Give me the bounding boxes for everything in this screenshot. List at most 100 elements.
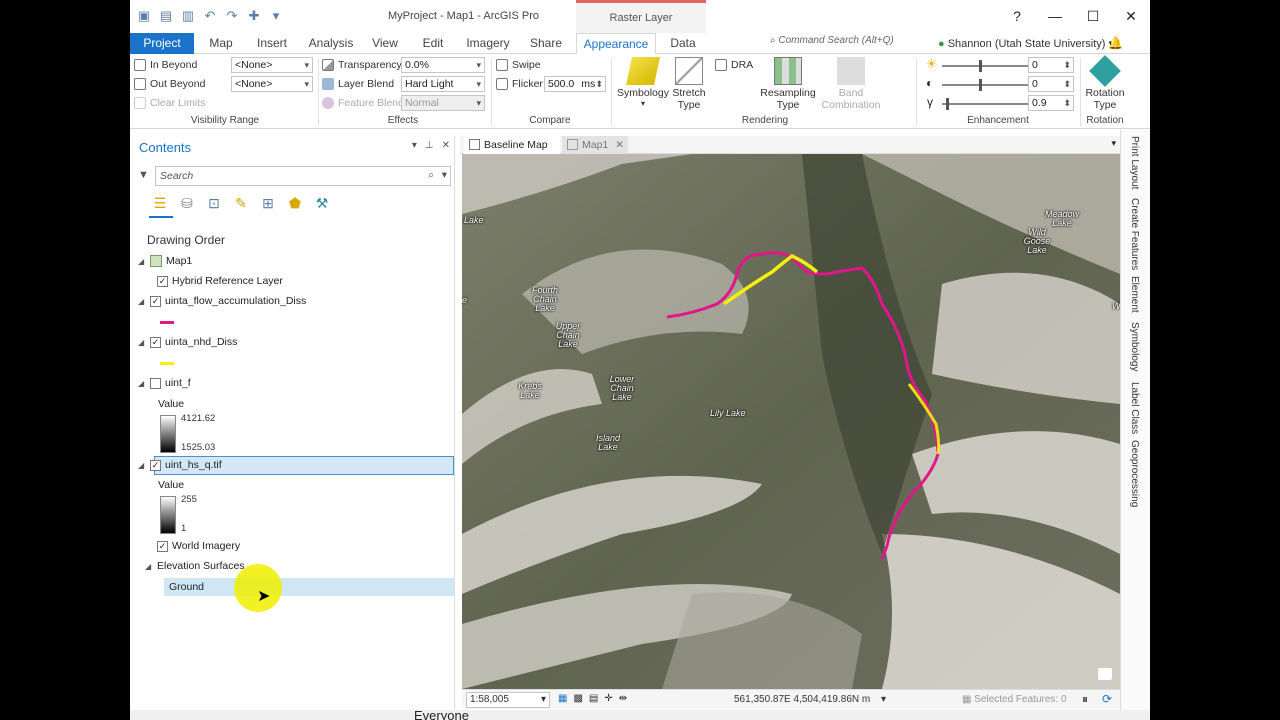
pan-icon[interactable]: ⇹ [619,693,627,704]
command-search[interactable]: ⌕ Command Search (Alt+Q) [770,35,930,52]
refresh-icon[interactable]: ⟳ [1102,692,1112,706]
contents-search-input[interactable]: Search ⌕ ▾ [155,166,451,186]
redo-icon[interactable]: ↷ [224,8,240,24]
collapse-icon[interactable]: ◢ [138,379,146,388]
layer-blend-combo[interactable]: Hard Light [401,76,485,92]
snapping-icon[interactable]: ⊞ [259,194,277,212]
undo-icon[interactable]: ↶ [202,8,218,24]
close-pane-icon[interactable]: ✕ [442,140,450,151]
pause-icon[interactable]: ⏸ [1082,692,1088,707]
collapse-icon[interactable]: ◢ [138,461,146,470]
notifications-icon[interactable]: 🔔 [1108,36,1123,50]
rotation-type-button[interactable]: Rotation Type [1084,55,1126,111]
tab-map[interactable]: Map [200,33,242,54]
tab-view[interactable]: View [366,33,404,54]
pin-icon[interactable]: ⊥ [425,140,434,151]
label-class-tab[interactable]: Label Class [1129,382,1140,434]
layer-visibility-checkbox[interactable]: ✓ [150,295,161,307]
layer-visibility-checkbox[interactable]: ✓ [150,336,161,348]
collapse-icon[interactable]: ◢ [138,257,146,266]
tab-insert[interactable]: Insert [250,33,294,54]
collapse-icon[interactable]: ◢ [145,562,153,571]
view-menu-icon[interactable]: ▾ [1111,138,1116,149]
brightness-slider[interactable] [942,60,1028,72]
brightness-slider-thumb[interactable] [979,60,983,72]
maximize-button[interactable]: ☐ [1074,0,1112,33]
nhd-line-symbol[interactable] [160,362,174,365]
layer-uint-f[interactable]: ◢ uint_f [138,374,191,392]
contrast-input[interactable]: 0 [1028,76,1074,92]
editing-icon[interactable]: ✎ [232,194,250,212]
geoprocessing-tab[interactable]: Geoprocessing [1129,440,1140,507]
swipe-button[interactable]: Swipe [496,59,541,71]
brightness-input[interactable]: 0 [1028,57,1074,73]
ground-surface[interactable]: Ground [169,578,204,596]
gamma-slider-thumb[interactable] [946,98,950,110]
layer-world-imagery[interactable]: ✓ World Imagery [157,537,240,555]
grid-icon[interactable]: ▦ [558,693,567,704]
minimize-button[interactable]: — [1036,0,1074,33]
tab-share[interactable]: Share [525,33,567,54]
new-project-icon[interactable]: ▣ [136,8,152,24]
tab-analysis[interactable]: Analysis [304,33,358,54]
in-beyond-combo[interactable]: <None> [231,57,313,73]
symbology-tab[interactable]: Symbology [1129,322,1140,371]
tab-edit[interactable]: Edit [413,33,453,54]
open-project-icon[interactable]: ▤ [158,8,174,24]
layer-visibility-checkbox[interactable]: ✓ [157,540,168,552]
stretch-type-button[interactable]: Stretch Type [670,57,708,111]
transparency-combo[interactable]: 0.0% [401,57,485,73]
tab-appearance[interactable]: Appearance [576,33,656,55]
tab-data[interactable]: Data [664,33,702,54]
layer-visibility-checkbox[interactable] [150,377,161,389]
help-button[interactable]: ? [998,0,1036,33]
flicker-button[interactable]: Flicker [496,78,543,90]
save-icon[interactable]: ▥ [180,8,196,24]
out-beyond-combo[interactable]: <None> [231,76,313,92]
filter-icon[interactable]: ▼ [138,169,149,181]
feature-blend-combo[interactable]: Normal [401,95,485,111]
table-icon[interactable]: ▤ [589,693,598,704]
map-notes-icon[interactable] [1098,668,1112,680]
user-account[interactable]: ● Shannon (Utah State University) ▾ [938,37,1114,50]
perspective-imagery-icon[interactable]: ⚒ [313,194,331,212]
contrast-slider-thumb[interactable] [979,79,983,91]
drawing-order-icon[interactable]: ☰ [151,194,169,212]
layer-visibility-checkbox[interactable]: ✓ [150,459,161,471]
tab-imagery[interactable]: Imagery [462,33,514,54]
resampling-type-button[interactable]: Resampling Type [758,57,818,111]
tab-baseline-map[interactable]: Baseline Map [464,136,560,154]
element-tab[interactable]: Element [1129,276,1140,313]
band-combination-button[interactable]: Band Combination [818,57,884,111]
tab-project[interactable]: Project [130,33,194,54]
selection-icon[interactable]: ⊡ [205,194,223,212]
layer-visibility-checkbox[interactable]: ✓ [157,275,168,287]
scale-combo[interactable]: 1:58,005 ▾ [466,692,550,708]
gamma-input[interactable]: 0.9 [1028,95,1074,111]
legend-color-ramp[interactable] [160,415,176,453]
create-features-tab[interactable]: Create Features [1129,198,1140,270]
add-item-icon[interactable]: ✚ [246,8,262,24]
crosshair-icon[interactable]: ✛ [604,693,612,704]
clear-limits-button[interactable]: Clear Limits [134,97,205,109]
map-canvas[interactable]: Lake Meadow Lake Wild Goose Lake Fourth … [462,154,1120,689]
pane-menu-icon[interactable]: ▾ [412,140,417,151]
dra-button[interactable]: DRA [715,59,753,71]
chevron-down-icon[interactable]: ▾ [881,694,886,705]
gamma-slider[interactable] [942,98,1028,110]
collapse-icon[interactable]: ◢ [138,297,146,306]
elevation-surfaces-node[interactable]: ◢ Elevation Surfaces [145,557,245,575]
layer-flow-accumulation[interactable]: ◢ ✓ uinta_flow_accumulation_Diss [138,292,306,310]
close-tab-icon[interactable]: ✕ [615,139,624,151]
customize-qat-icon[interactable]: ▾ [268,8,284,24]
print-layout-tab[interactable]: Print Layout [1129,136,1140,189]
in-beyond-button[interactable]: In Beyond [134,59,197,71]
layer-nhd[interactable]: ◢ ✓ uinta_nhd_Diss [138,333,237,351]
close-button[interactable]: ✕ [1112,0,1150,33]
legend-color-ramp[interactable] [160,496,176,534]
tab-map1[interactable]: Map1 ✕ [562,136,628,154]
flicker-rate-input[interactable]: 500.0 ms [544,76,606,92]
layer-uint-hs[interactable]: ◢ ✓ uint_hs_q.tif [138,456,222,474]
search-dropdown-icon[interactable]: ▾ [442,169,447,181]
out-beyond-button[interactable]: Out Beyond [134,78,205,90]
